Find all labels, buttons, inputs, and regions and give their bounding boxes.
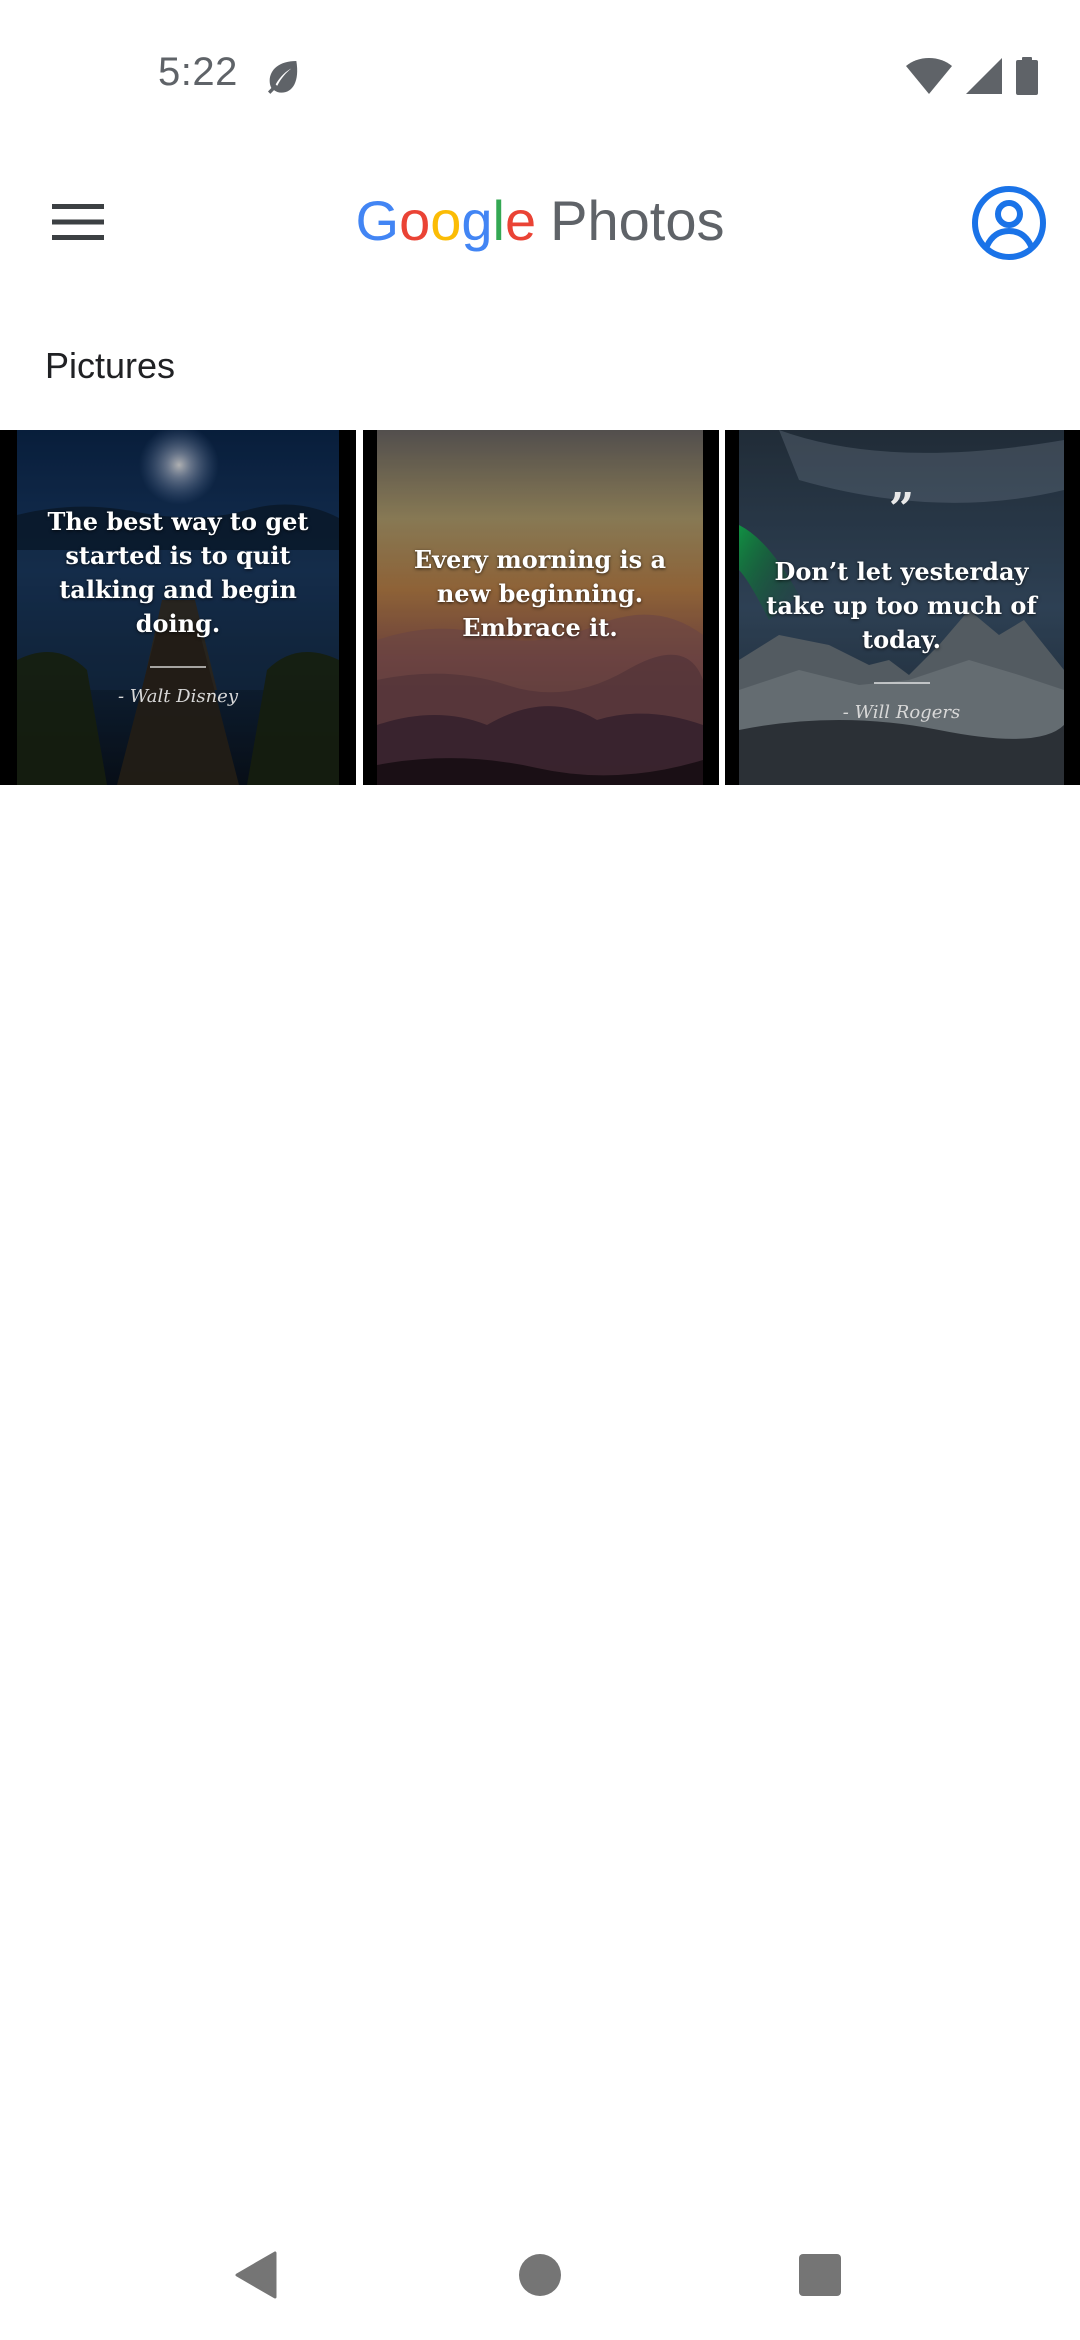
photo-image: ” Don’t let yesterday take up too much o… xyxy=(739,430,1064,785)
photo-quote-text: Don’t let yesterday take up too much of … xyxy=(766,557,1037,654)
recents-icon xyxy=(799,2254,841,2296)
battery-icon xyxy=(1016,57,1038,95)
google-photos-logo: Google Photos xyxy=(0,188,1080,253)
screen: 5:22 Google Photos Pictures The best way… xyxy=(0,0,1080,2340)
status-time: 5:22 xyxy=(158,50,238,94)
logo-product-name: Photos xyxy=(550,189,725,252)
system-nav-bar xyxy=(0,2220,1080,2330)
account-button[interactable] xyxy=(964,178,1054,268)
wifi-icon xyxy=(906,58,952,94)
quote-mark-icon: ” xyxy=(888,484,915,535)
back-icon xyxy=(235,2251,277,2299)
photo-quote-author: - Will Rogers xyxy=(842,702,961,723)
status-bar: 5:22 xyxy=(0,0,1080,150)
leaf-icon xyxy=(268,61,298,94)
photo-quote-author: - Walt Disney xyxy=(117,686,239,707)
photo-thumbnail[interactable]: ” Don’t let yesterday take up too much o… xyxy=(725,430,1080,785)
quote-divider xyxy=(873,682,930,684)
nav-back-button[interactable] xyxy=(216,2240,296,2310)
photo-grid: The best way to get started is to quit t… xyxy=(0,430,1080,786)
photo-quote-text: The best way to get started is to quit t… xyxy=(47,507,309,638)
photo-image: The best way to get started is to quit t… xyxy=(17,430,339,785)
nav-home-button[interactable] xyxy=(500,2240,580,2310)
photo-thumbnail[interactable]: Every morning is a new beginning. Embrac… xyxy=(363,430,719,785)
app-bar: Google Photos xyxy=(0,160,1080,285)
photo-thumbnail[interactable]: The best way to get started is to quit t… xyxy=(0,430,356,785)
photo-image: Every morning is a new beginning. Embrac… xyxy=(377,430,703,785)
account-circle-icon xyxy=(972,186,1046,260)
nav-recents-button[interactable] xyxy=(780,2240,860,2310)
home-icon xyxy=(519,2254,561,2296)
logo-google-wordmark: Google xyxy=(355,189,537,252)
signal-icon xyxy=(966,58,1002,94)
quote-divider xyxy=(150,666,206,668)
photo-quote-text: Every morning is a new beginning. Embrac… xyxy=(413,545,667,642)
status-icons xyxy=(906,56,1038,96)
section-title: Pictures xyxy=(45,345,176,386)
